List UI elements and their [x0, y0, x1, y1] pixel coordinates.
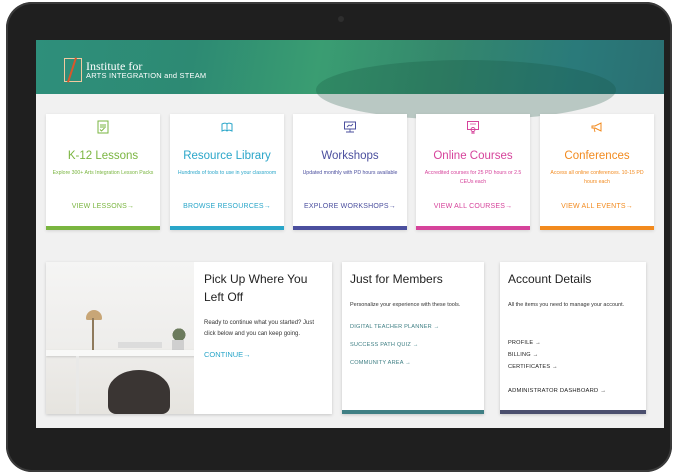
logo-text: Institute for ARTS INTEGRATION and STEAM — [86, 60, 206, 80]
logo-line2: ARTS INTEGRATION and STEAM — [86, 71, 207, 81]
resume-panel: Pick Up Where You Left Off Ready to cont… — [46, 262, 332, 414]
screen: Institute for ARTS INTEGRATION and STEAM… — [36, 40, 664, 460]
card-title: K-12 Lessons — [67, 150, 139, 162]
billing-link[interactable]: BILLING → — [508, 352, 558, 358]
card-accent-bar — [46, 226, 160, 230]
continue-link[interactable]: CONTINUE→ — [204, 350, 251, 359]
digital-teacher-planner-link[interactable]: DIGITAL TEACHER PLANNER → — [350, 324, 439, 330]
card-accent-bar — [293, 226, 407, 230]
card-resource-library[interactable]: Resource Library Hundreds of tools to us… — [170, 114, 284, 230]
card-description: Accredited courses for 25 PD hours or 2.… — [424, 170, 522, 185]
community-area-link[interactable]: COMMUNITY AREA → — [350, 360, 439, 366]
card-k12-lessons[interactable]: K-12 Lessons Explore 300+ Arts Integrati… — [46, 114, 160, 230]
resume-title: Pick Up Where You Left Off — [204, 272, 308, 304]
view-lessons-link[interactable]: VIEW LESSONS→ — [46, 203, 160, 210]
site-logo[interactable]: Institute for ARTS INTEGRATION and STEAM — [64, 58, 206, 82]
banner-shade — [316, 60, 616, 120]
pot-shape — [172, 340, 184, 350]
card-accent-bar — [416, 226, 530, 230]
account-description: All the items you need to manage your ac… — [508, 302, 625, 308]
desk-shape — [46, 350, 194, 356]
tablet-frame: Institute for ARTS INTEGRATION and STEAM… — [6, 2, 672, 472]
presentation-icon — [344, 121, 356, 133]
card-description: Hundreds of tools to use in your classro… — [177, 170, 277, 176]
card-title: Resource Library — [183, 150, 271, 162]
certificate-icon — [467, 121, 479, 134]
document-check-icon — [97, 120, 109, 134]
card-online-courses[interactable]: Online Courses Accredited courses for 25… — [416, 114, 530, 230]
card-description: Access all online conferences. 10-15 PD … — [550, 170, 644, 185]
members-links: DIGITAL TEACHER PLANNER → SUCCESS PATH Q… — [350, 324, 439, 366]
header-banner: Institute for ARTS INTEGRATION and STEAM — [36, 40, 664, 120]
laptop-shape — [118, 342, 162, 348]
card-description: Explore 300+ Arts Integration Lesson Pac… — [52, 170, 154, 176]
card-accent-bar — [540, 226, 654, 230]
logo-mark-icon — [64, 58, 82, 82]
chair-shape — [108, 370, 170, 414]
resume-description: Ready to continue what you started? Just… — [204, 320, 315, 337]
account-links: PROFILE → BILLING → CERTIFICATES → — [508, 340, 558, 370]
card-title: Workshops — [321, 150, 379, 162]
profile-link[interactable]: PROFILE → — [508, 340, 558, 346]
card-conferences[interactable]: Conferences Access all online conference… — [540, 114, 654, 230]
bottom-dark-area — [36, 428, 664, 460]
desk-leg-shape — [76, 356, 79, 414]
account-panel: Account Details All the items you need t… — [500, 262, 646, 414]
account-title: Account Details — [508, 272, 592, 286]
books-icon — [221, 122, 233, 132]
lamp-shape — [86, 310, 102, 320]
card-title: Online Courses — [433, 150, 513, 162]
card-accent-bar — [170, 226, 284, 230]
members-panel: Just for Members Personalize your experi… — [342, 262, 484, 414]
administrator-dashboard-link[interactable]: ADMINISTRATOR DASHBOARD → — [508, 388, 606, 394]
category-cards: K-12 Lessons Explore 300+ Arts Integrati… — [46, 114, 654, 230]
members-accent-bar — [342, 410, 484, 414]
card-workshops[interactable]: Workshops Updated monthly with PD hours … — [293, 114, 407, 230]
view-all-events-link[interactable]: VIEW ALL EVENTS→ — [540, 203, 654, 210]
card-description: Updated monthly with PD hours available — [302, 170, 398, 176]
megaphone-icon — [591, 122, 602, 133]
account-accent-bar — [500, 410, 646, 414]
view-all-courses-link[interactable]: VIEW ALL COURSES→ — [416, 203, 530, 210]
success-path-quiz-link[interactable]: SUCCESS PATH QUIZ → — [350, 342, 439, 348]
desk-photo — [46, 262, 194, 414]
browse-resources-link[interactable]: BROWSE RESOURCES→ — [170, 203, 284, 210]
members-description: Personalize your experience with these t… — [350, 302, 461, 308]
lamp-arm-shape — [92, 318, 94, 350]
members-title: Just for Members — [350, 272, 443, 286]
card-title: Conferences — [564, 150, 630, 162]
explore-workshops-link[interactable]: EXPLORE WORKSHOPS→ — [293, 203, 407, 210]
camera-dot — [338, 16, 344, 22]
certificates-link[interactable]: CERTIFICATES → — [508, 364, 558, 370]
